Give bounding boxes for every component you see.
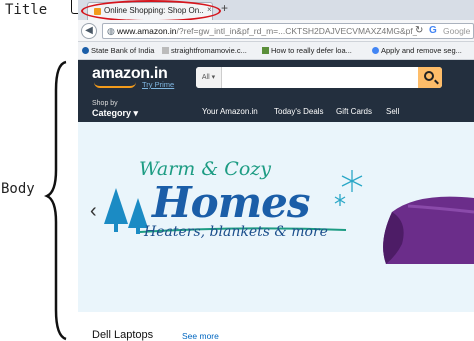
bookmark-label: State Bank of India bbox=[91, 46, 155, 55]
url-path: /?ref=gw_intl_in&pf_rd_m=...CKTSH2DAJVEC… bbox=[176, 26, 417, 36]
section-title: Dell Laptops bbox=[92, 329, 154, 341]
url-text: www.amazon.in/?ref=gw_intl_in&pf_rd_m=..… bbox=[117, 26, 417, 36]
title-highlight-oval bbox=[81, 0, 221, 22]
google-search-icon: G bbox=[429, 25, 437, 36]
hero-banner[interactable]: ‹ Warm & Cozy Homes Heaters, blankets & … bbox=[78, 122, 474, 312]
sbi-icon bbox=[82, 47, 89, 54]
amazon-smile-icon bbox=[94, 82, 136, 88]
bookmark-movie[interactable]: straightfromamovie.c... bbox=[162, 46, 247, 55]
amazon-search-input[interactable]: All ▾ bbox=[196, 67, 442, 88]
back-arrow-icon: ◀ bbox=[85, 25, 93, 36]
globe-icon: ◍ bbox=[107, 26, 115, 36]
address-bar[interactable]: ◍ www.amazon.in/?ref=gw_intl_in&pf_rd_m=… bbox=[102, 23, 474, 39]
snowflake-icon bbox=[334, 170, 363, 206]
hero-headline: Warm & Cozy bbox=[139, 158, 272, 180]
bookmark-sbi[interactable]: State Bank of India bbox=[82, 46, 154, 55]
body-brace bbox=[44, 60, 67, 341]
page-icon bbox=[162, 47, 169, 54]
shop-by-category-menu[interactable]: Category ▾ bbox=[92, 108, 138, 119]
bookmark-defer-loan[interactable]: How to really defer loa... bbox=[262, 46, 352, 55]
bookmark-apply-remove[interactable]: Apply and remove seg... bbox=[372, 46, 462, 55]
nav-todays-deals[interactable]: Today's Deals bbox=[274, 107, 324, 116]
page-icon bbox=[262, 47, 269, 54]
nav-sell[interactable]: Sell bbox=[386, 107, 399, 116]
body-annotation-label: Body bbox=[1, 181, 35, 197]
bookmarks-bar: State Bank of India straightfromamovie.c… bbox=[78, 42, 474, 60]
search-engine-box[interactable]: Google bbox=[443, 26, 470, 36]
bookmark-label: Apply and remove seg... bbox=[381, 46, 462, 55]
shop-by-label: Shop by bbox=[92, 100, 118, 107]
search-scope-label: All bbox=[201, 74, 210, 81]
see-more-link[interactable]: See more bbox=[182, 331, 219, 341]
new-tab-button[interactable]: + bbox=[221, 1, 228, 15]
browser-window: Online Shopping: Shop On... × + ◀ ◍ www.… bbox=[78, 0, 474, 341]
annotated-screenshot: { "annotations": { "title_label": "Title… bbox=[0, 0, 474, 341]
try-prime-link[interactable]: Try Prime bbox=[142, 80, 174, 89]
google-icon bbox=[372, 47, 379, 54]
search-category-dropdown[interactable]: All ▾ bbox=[196, 67, 222, 88]
amazon-header: amazon.in Try Prime All ▾ Shop by Catego… bbox=[78, 60, 474, 122]
title-annotation-label: Title bbox=[5, 2, 48, 18]
nav-your-amazon[interactable]: Your Amazon.in bbox=[202, 107, 258, 116]
tab-strip: Online Shopping: Shop On... × + bbox=[78, 0, 474, 22]
purple-blanket-image bbox=[383, 196, 474, 264]
navigation-bar: ◀ ◍ www.amazon.in/?ref=gw_intl_in&pf_rd_… bbox=[78, 20, 474, 42]
url-host: www.amazon.in bbox=[117, 26, 177, 36]
amazon-search-button[interactable] bbox=[418, 67, 442, 88]
bookmark-label: How to really defer loa... bbox=[271, 46, 352, 55]
search-icon bbox=[424, 71, 434, 81]
nav-gift-cards[interactable]: Gift Cards bbox=[336, 107, 372, 116]
bookmark-label: straightfromamovie.c... bbox=[171, 46, 247, 55]
category-label: Category bbox=[92, 108, 132, 118]
hero-title: Homes bbox=[152, 178, 311, 227]
hero-subtitle: Heaters, blankets & more bbox=[144, 224, 328, 240]
reload-icon[interactable]: ↻ bbox=[415, 25, 423, 36]
back-button[interactable]: ◀ bbox=[81, 23, 97, 39]
